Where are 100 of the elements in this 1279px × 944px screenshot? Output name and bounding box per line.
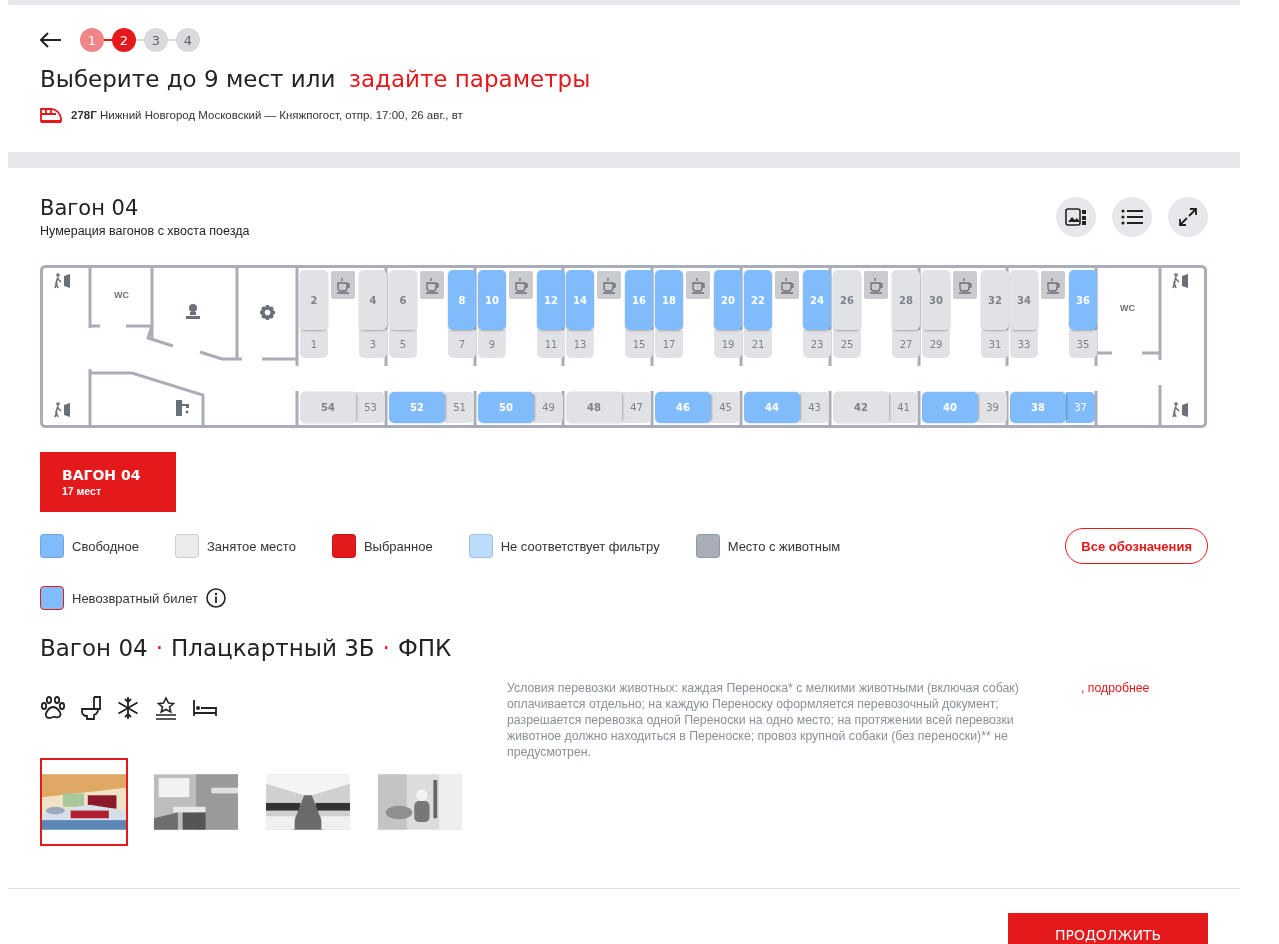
seat[interactable]: 52 — [389, 392, 445, 423]
legend-label: Выбранное — [363, 538, 433, 554]
seat[interactable]: 25 — [833, 330, 861, 358]
seat[interactable]: 33 — [1010, 330, 1038, 358]
wc-label: WC — [114, 290, 129, 300]
seat[interactable]: 19 — [714, 330, 742, 358]
seat[interactable]: 45 — [711, 392, 740, 423]
snowflake-icon — [116, 696, 140, 720]
seat[interactable]: 20 — [714, 270, 742, 330]
pet-conditions-text: Условия перевозки животных: каждая Переноска* с мелкими животными (включая собак) оплачивается отдельно; на каждую Переноску оформляется перевозочный документ; разрешается перевозка одной Переноски на одно место; на протяжении всей перевозки животное должно находиться в Переноске; провоз крупной собаки (без переноски)** не предусмотрен. — [507, 680, 1020, 760]
step-indicator: 3 — [144, 28, 168, 52]
tap-icon — [176, 400, 190, 416]
details-link[interactable]: , подробнее — [1081, 680, 1150, 696]
list-view-button[interactable] — [1112, 197, 1152, 237]
expand-button[interactable] — [1168, 197, 1208, 237]
seat[interactable]: 13 — [566, 330, 594, 358]
seat[interactable]: 37 — [1066, 392, 1095, 423]
seat[interactable]: 41 — [889, 392, 918, 423]
seat[interactable]: 32 — [981, 270, 1009, 330]
cup-icon — [331, 271, 355, 299]
seat[interactable]: 23 — [803, 330, 831, 358]
exit-icon — [1172, 273, 1190, 289]
seat[interactable]: 3 — [359, 330, 387, 358]
seat[interactable]: 30 — [922, 270, 950, 330]
seat[interactable]: 53 — [356, 392, 385, 423]
parameters-link[interactable]: задайте параметры — [348, 66, 591, 92]
seat[interactable]: 42 — [833, 392, 889, 423]
seat[interactable]: 44 — [744, 392, 800, 423]
seat[interactable]: 36 — [1069, 270, 1097, 330]
seat[interactable]: 12 — [537, 270, 565, 330]
exit-icon — [54, 402, 72, 418]
seat[interactable]: 29 — [922, 330, 950, 358]
seat[interactable]: 28 — [892, 270, 920, 330]
seat[interactable]: 35 — [1069, 330, 1097, 358]
train-info: 278Г Нижний Новгород Московский — Княжпогост, отпр. 17:00, 26 авг., вт — [71, 109, 463, 121]
seat[interactable]: 40 — [922, 392, 978, 423]
seat[interactable]: 51 — [445, 392, 474, 423]
seat[interactable]: 22 — [744, 270, 772, 330]
seat[interactable]: 4 — [359, 270, 387, 330]
seat[interactable]: 21 — [744, 330, 772, 358]
wc-label: WC — [1120, 303, 1135, 313]
car-heading: Плацкартный 3Б — [170, 635, 375, 661]
seat[interactable]: 47 — [622, 392, 651, 423]
step-indicator: 4 — [176, 28, 200, 52]
seat[interactable]: 17 — [655, 330, 683, 358]
seat[interactable]: 50 — [478, 392, 534, 423]
seat[interactable]: 54 — [300, 392, 356, 423]
seat[interactable]: 38 — [1010, 392, 1066, 423]
car-title: Вагон 04 — [40, 196, 140, 220]
continue-button[interactable]: ПРОДОЛЖИТЬ — [1008, 913, 1208, 944]
seat[interactable]: 43 — [800, 392, 829, 423]
page-title: Выберите до 9 мест или — [40, 66, 336, 92]
seat[interactable]: 48 — [566, 392, 622, 423]
seat[interactable]: 31 — [981, 330, 1009, 358]
seat[interactable]: 6 — [389, 270, 417, 330]
legend-label: Свободное — [72, 538, 139, 554]
train-icon — [40, 107, 62, 123]
exit-icon — [54, 273, 72, 289]
list-icon — [1121, 209, 1143, 225]
bed-icon — [192, 698, 218, 718]
step-indicator: 1 — [80, 28, 104, 52]
seat[interactable]: 18 — [655, 270, 683, 330]
seat[interactable]: 34 — [1010, 270, 1038, 330]
info-icon[interactable] — [205, 588, 226, 608]
car-tab[interactable]: ВАГОН 04 17 мест — [40, 452, 176, 512]
seat[interactable]: 7 — [448, 330, 476, 358]
seat[interactable]: 46 — [655, 392, 711, 423]
seat[interactable]: 16 — [625, 270, 653, 330]
person-icon — [185, 303, 201, 319]
cup-icon — [597, 271, 621, 299]
step-indicator: 2 — [112, 28, 136, 52]
seat[interactable]: 24 — [803, 270, 831, 330]
seat[interactable]: 10 — [478, 270, 506, 330]
cup-icon — [775, 271, 799, 299]
cup-icon — [1041, 271, 1065, 299]
all-symbols-button[interactable]: Все обозначения — [1065, 528, 1208, 564]
seat[interactable]: 49 — [534, 392, 563, 423]
cup-icon — [864, 271, 888, 299]
car-heading: Вагон 04 — [40, 635, 148, 661]
photo-thumbnail[interactable] — [40, 758, 128, 846]
seat[interactable]: 5 — [389, 330, 417, 358]
cup-icon — [509, 271, 533, 299]
separator-dot: · — [382, 635, 390, 661]
back-arrow-icon[interactable] — [40, 32, 62, 48]
expand-icon — [1179, 208, 1197, 226]
seat[interactable]: 8 — [448, 270, 476, 330]
star-on-stand-icon — [154, 696, 178, 720]
seat[interactable]: 26 — [833, 270, 861, 330]
seat[interactable]: 15 — [625, 330, 653, 358]
seat[interactable]: 9 — [478, 330, 506, 358]
exit-icon — [1172, 402, 1190, 418]
seat[interactable]: 2 — [300, 270, 328, 330]
seat[interactable]: 39 — [978, 392, 1007, 423]
photo-gallery-button[interactable] — [1056, 197, 1096, 237]
seat[interactable]: 1 — [300, 330, 328, 358]
seat[interactable]: 11 — [537, 330, 565, 358]
seat[interactable]: 27 — [892, 330, 920, 358]
seat[interactable]: 14 — [566, 270, 594, 330]
cup-icon — [686, 271, 710, 299]
legend-label: Занятое место — [207, 538, 296, 554]
